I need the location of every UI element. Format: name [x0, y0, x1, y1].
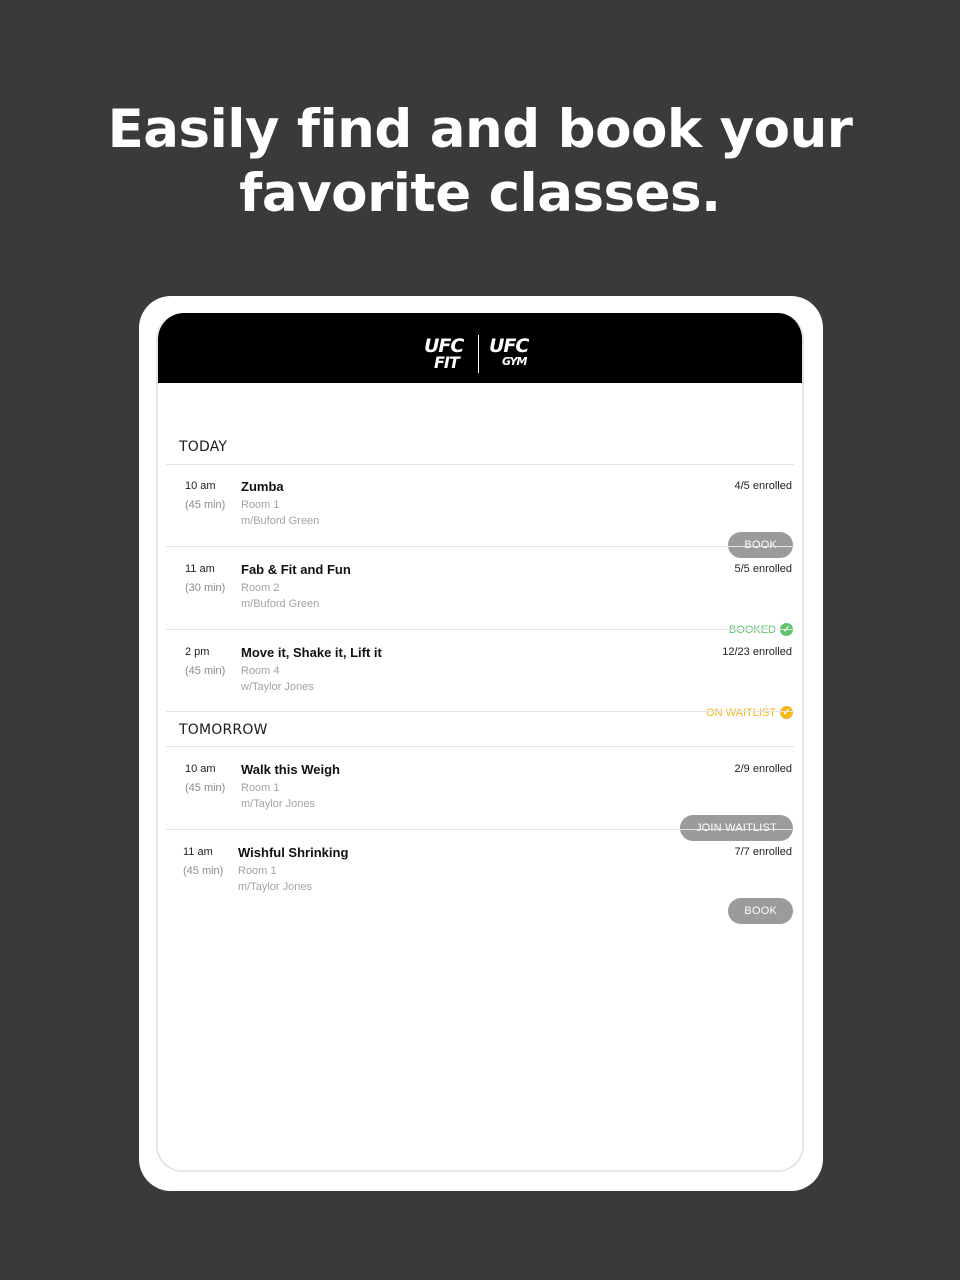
- class-row[interactable]: 10 am (45 min) Zumba Room 1 m/Buford Gre…: [158, 470, 802, 558]
- logo-left-bottom: FIT: [434, 353, 460, 372]
- class-name: Move it, Shake it, Lift it: [241, 645, 382, 660]
- class-row[interactable]: 2 pm (45 min) Move it, Shake it, Lift it…: [158, 636, 802, 719]
- app-header: UFC FIT UFC GYM: [158, 313, 802, 383]
- ufc-logo: UFC FIT UFC GYM: [422, 333, 538, 377]
- divider: [166, 546, 794, 547]
- book-button[interactable]: BOOK: [728, 898, 793, 924]
- divider: [166, 746, 794, 747]
- class-name: Zumba: [241, 479, 284, 494]
- waitlist-status: ON WAITLIST ✓: [706, 706, 793, 719]
- class-room: Room 1: [241, 499, 280, 511]
- class-time: 11 am: [183, 846, 213, 858]
- class-time: 2 pm: [185, 646, 210, 658]
- enrolled-count: 2/9 enrolled: [734, 763, 793, 775]
- divider: [166, 629, 794, 630]
- section-title-tomorrow: TOMORROW: [179, 722, 268, 738]
- class-room: Room 1: [241, 782, 280, 794]
- enrolled-count: 7/7 enrolled: [734, 846, 793, 858]
- logo-right-bottom: GYM: [502, 355, 527, 368]
- headline: Easily find and book your favorite class…: [0, 98, 960, 226]
- class-instructor: m/Buford Green: [241, 598, 320, 610]
- check-icon: ✓: [780, 706, 793, 719]
- logo-right-top: UFC: [489, 335, 529, 357]
- enrolled-count: 12/23 enrolled: [722, 646, 792, 658]
- class-time: 10 am: [185, 763, 216, 775]
- headline-line-1: Easily find and book your: [107, 99, 853, 160]
- class-room: Room 1: [238, 865, 277, 877]
- class-name: Walk this Weigh: [241, 762, 340, 777]
- class-time: 10 am: [185, 480, 216, 492]
- headline-line-2: favorite classes.: [239, 163, 721, 224]
- class-row[interactable]: 10 am (45 min) Walk this Weigh Room 1 m/…: [158, 753, 802, 841]
- section-title-today: TODAY: [179, 439, 228, 455]
- class-duration: (45 min): [183, 865, 224, 877]
- class-duration: (45 min): [185, 782, 226, 794]
- class-row[interactable]: 11 am (30 min) Fab & Fit and Fun Room 2 …: [158, 553, 802, 636]
- class-room: Room 2: [241, 582, 280, 594]
- class-row[interactable]: 11 am (45 min) Wishful Shrinking Room 1 …: [158, 836, 802, 924]
- class-instructor: m/Taylor Jones: [238, 881, 312, 893]
- class-instructor: m/Buford Green: [241, 515, 320, 527]
- class-name: Wishful Shrinking: [238, 845, 349, 860]
- waitlist-label: ON WAITLIST: [706, 706, 776, 719]
- enrolled-count: 5/5 enrolled: [734, 563, 793, 575]
- class-duration: (45 min): [185, 499, 226, 511]
- divider: [166, 829, 794, 830]
- class-room: Room 4: [241, 665, 280, 677]
- class-instructor: m/Taylor Jones: [241, 798, 315, 810]
- class-duration: (30 min): [185, 582, 226, 594]
- divider: [166, 711, 794, 712]
- app-screen: UFC FIT UFC GYM TODAY 10 am (45 min) Zum…: [156, 313, 804, 1172]
- class-instructor: w/Taylor Jones: [241, 681, 314, 693]
- enrolled-count: 4/5 enrolled: [734, 480, 793, 492]
- class-duration: (45 min): [185, 665, 226, 677]
- class-time: 11 am: [185, 563, 215, 575]
- class-name: Fab & Fit and Fun: [241, 562, 351, 577]
- logo-divider: [478, 335, 479, 373]
- divider: [166, 464, 794, 465]
